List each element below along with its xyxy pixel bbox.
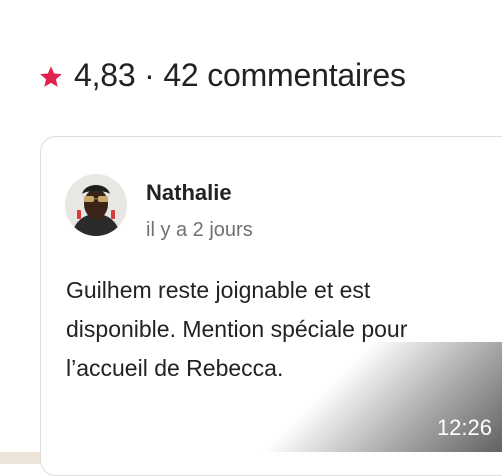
avatar-image xyxy=(65,174,127,236)
review-text: Guilhem reste joignable et est disponibl… xyxy=(66,271,486,388)
review-text-line: l’accueil de Rebecca. xyxy=(66,355,284,381)
rating-summary: 4,83 · 42 commentaires xyxy=(74,56,406,93)
timestamp: 12:26 xyxy=(436,415,492,440)
review-text-line: Guilhem reste joignable et est xyxy=(66,277,371,303)
avatar[interactable] xyxy=(65,174,127,236)
review-date: il y a 2 jours xyxy=(146,219,253,241)
review-text-line: disponible. Mention spéciale pour xyxy=(66,316,408,342)
star-icon xyxy=(40,65,62,87)
reviewer-name: Nathalie xyxy=(146,180,232,205)
rating-header[interactable]: 4,83 · 42 commentaires xyxy=(38,52,406,98)
